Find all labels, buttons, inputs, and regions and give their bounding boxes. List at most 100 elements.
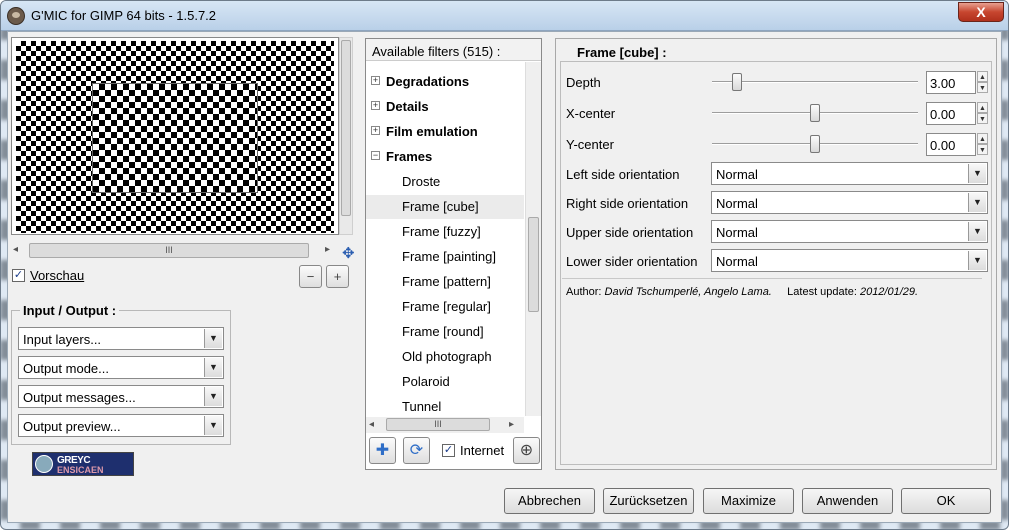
spin-down-icon[interactable]: ▼	[977, 113, 988, 124]
tree-filter-frame-regular[interactable]: Frame [regular]	[366, 295, 524, 319]
tree-label: Old photograph	[402, 349, 492, 364]
expand-icon[interactable]: +	[371, 101, 380, 110]
input-layers-select[interactable]: Input layers... ▼	[18, 327, 224, 350]
tree-category-frames[interactable]: − Frames	[366, 145, 524, 169]
tree-filter-tunnel[interactable]: Tunnel	[366, 395, 524, 419]
scroll-thumb[interactable]	[341, 40, 351, 216]
apply-button[interactable]: Anwenden	[802, 488, 893, 514]
maximize-button[interactable]: Maximize	[703, 488, 794, 514]
y-center-spinbox[interactable]: 0.00	[926, 133, 976, 156]
select-value: Input layers...	[23, 332, 102, 347]
preview-checkbox[interactable]: ✓	[12, 269, 25, 282]
spin-up-icon[interactable]: ▲	[977, 71, 988, 82]
preview-room-inner	[92, 83, 258, 193]
x-center-label: X-center	[566, 106, 616, 121]
right-side-orientation-select[interactable]: Normal ▼	[711, 191, 988, 214]
refresh-filters-button[interactable]: ⟳	[403, 437, 430, 464]
depth-slider-track[interactable]	[712, 81, 918, 83]
scroll-left-arrow[interactable]: ◂	[369, 419, 374, 430]
preview-area[interactable]	[11, 37, 339, 235]
title-bar[interactable]: G'MIC for GIMP 64 bits - 1.5.7.2 X	[1, 1, 1008, 31]
filter-zoom-button[interactable]: ⊕	[513, 437, 540, 464]
tree-label: Polaroid	[402, 374, 450, 389]
lower-side-orientation-label: Lower sider orientation	[566, 254, 698, 269]
scroll-thumb[interactable]: III	[386, 418, 490, 431]
preview-horizontal-scrollbar[interactable]: ◂ III ▸	[11, 243, 339, 259]
upper-side-orientation-select[interactable]: Normal ▼	[711, 220, 988, 243]
add-favorite-button[interactable]: ✚	[369, 437, 396, 464]
scroll-left-arrow[interactable]: ◂	[13, 244, 18, 255]
tree-filter-polaroid[interactable]: Polaroid	[366, 370, 524, 394]
tree-category-details[interactable]: + Details	[366, 95, 524, 119]
tree-label: Film emulation	[386, 124, 478, 139]
ok-button[interactable]: OK	[901, 488, 991, 514]
scroll-right-arrow[interactable]: ▸	[509, 419, 514, 430]
logo-text-bottom: ENSICAEN	[57, 465, 104, 475]
select-value: Normal	[716, 225, 758, 240]
cancel-button[interactable]: Abbrechen	[504, 488, 595, 514]
filter-tree[interactable]: Available filters (515) : + Degradations…	[365, 38, 542, 470]
output-mode-select[interactable]: Output mode... ▼	[18, 356, 224, 379]
left-side-orientation-select[interactable]: Normal ▼	[711, 162, 988, 185]
tree-filter-frame-cube[interactable]: Frame [cube]	[366, 195, 524, 219]
chevron-down-icon: ▼	[968, 251, 986, 270]
depth-spin-arrows[interactable]: ▲ ▼	[977, 71, 988, 94]
expand-icon[interactable]: +	[371, 126, 380, 135]
plus-icon: ✚	[375, 442, 390, 459]
output-preview-select[interactable]: Output preview... ▼	[18, 414, 224, 437]
spin-up-icon[interactable]: ▲	[977, 102, 988, 113]
filter-tree-vertical-scrollbar[interactable]	[525, 62, 541, 416]
spin-up-icon[interactable]: ▲	[977, 133, 988, 144]
tree-filter-droste[interactable]: Droste	[366, 170, 524, 194]
y-center-slider-thumb[interactable]	[810, 135, 820, 153]
depth-spinbox[interactable]: 3.00	[926, 71, 976, 94]
gmic-window: G'MIC for GIMP 64 bits - 1.5.7.2 X ◂ III…	[0, 0, 1009, 530]
tree-category-film-emulation[interactable]: + Film emulation	[366, 120, 524, 144]
tree-filter-frame-round[interactable]: Frame [round]	[366, 320, 524, 344]
tree-category-degradations[interactable]: + Degradations	[366, 70, 524, 94]
left-side-orientation-label: Left side orientation	[566, 167, 680, 182]
greyc-ensicaen-logo[interactable]: GREYC ENSICAEN	[32, 452, 134, 476]
zoom-in-button[interactable]: +	[326, 265, 349, 288]
filter-tree-horizontal-scrollbar[interactable]: ◂ III ▸	[366, 417, 524, 433]
scroll-right-arrow[interactable]: ▸	[325, 244, 330, 255]
x-center-spinbox[interactable]: 0.00	[926, 102, 976, 125]
update-label: Latest update:	[787, 286, 857, 298]
move-icon[interactable]: ✥	[342, 244, 355, 262]
tree-label: Degradations	[386, 74, 470, 89]
dialog-client: ◂ III ▸ ✥ ✓ Vorschau − + Input / Output …	[7, 31, 1002, 523]
scroll-thumb[interactable]	[528, 217, 539, 312]
filter-tree-header[interactable]: Available filters (515) :	[366, 39, 541, 61]
expand-icon[interactable]: +	[371, 76, 380, 85]
tree-filter-old-photograph[interactable]: Old photograph	[366, 345, 524, 369]
y-center-spin-arrows[interactable]: ▲ ▼	[977, 133, 988, 156]
close-button[interactable]: X	[958, 2, 1004, 22]
tree-label: Frame [cube]	[402, 199, 479, 214]
spin-down-icon[interactable]: ▼	[977, 144, 988, 155]
tree-filter-frame-pattern[interactable]: Frame [pattern]	[366, 270, 524, 294]
tree-label: Frames	[386, 149, 433, 164]
tree-filter-frame-fuzzy[interactable]: Frame [fuzzy]	[366, 220, 524, 244]
upper-side-orientation-label: Upper side orientation	[566, 225, 694, 240]
x-center-spin-arrows[interactable]: ▲ ▼	[977, 102, 988, 125]
internet-checkbox-label[interactable]: Internet	[460, 443, 504, 458]
depth-label: Depth	[566, 75, 601, 90]
filter-title: Frame [cube] :	[574, 45, 670, 60]
zoom-out-button[interactable]: −	[299, 265, 322, 288]
input-output-title: Input / Output :	[20, 303, 120, 318]
spin-down-icon[interactable]: ▼	[977, 82, 988, 93]
preview-image	[16, 41, 334, 233]
depth-slider-thumb[interactable]	[732, 73, 742, 91]
lower-side-orientation-select[interactable]: Normal ▼	[711, 249, 988, 272]
preview-vertical-scrollbar[interactable]	[339, 37, 353, 235]
collapse-icon[interactable]: −	[371, 151, 380, 160]
output-messages-select[interactable]: Output messages... ▼	[18, 385, 224, 408]
select-value: Normal	[716, 167, 758, 182]
x-center-slider-thumb[interactable]	[810, 104, 820, 122]
internet-checkbox[interactable]: ✓	[442, 444, 455, 457]
reset-button[interactable]: Zurücksetzen	[603, 488, 694, 514]
tree-filter-frame-painting[interactable]: Frame [painting]	[366, 245, 524, 269]
y-center-label: Y-center	[566, 137, 614, 152]
preview-checkbox-label[interactable]: Vorschau	[30, 268, 84, 283]
scroll-thumb[interactable]: III	[29, 243, 309, 258]
